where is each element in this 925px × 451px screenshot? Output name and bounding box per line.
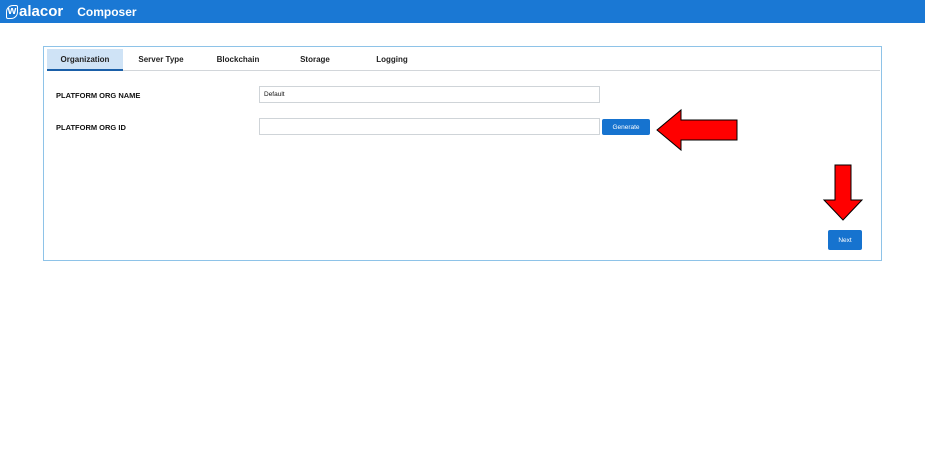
walacor-logo: w walacor alacor [6,3,63,20]
app-title: Composer [77,4,137,19]
tab-storage[interactable]: Storage [277,49,353,70]
tab-logging[interactable]: Logging [353,49,431,70]
platform-org-id-input[interactable] [259,118,600,135]
platform-org-id-label: PLATFORM ORG ID [56,123,126,132]
red-arrow-left-icon [656,108,738,152]
platform-org-name-label: PLATFORM ORG NAME [56,91,141,100]
platform-org-name-input[interactable] [259,86,600,103]
next-button[interactable]: Next [828,230,862,250]
logo-text-rest: alacor [19,3,64,20]
top-app-bar: w walacor alacor Composer [0,0,925,23]
red-arrow-down-icon [822,164,864,221]
tab-organization[interactable]: Organization [47,49,123,71]
walacor-logo-icon: w [6,4,18,19]
tab-blockchain[interactable]: Blockchain [199,49,277,70]
tab-server-type[interactable]: Server Type [123,49,199,70]
generate-button[interactable]: Generate [602,119,650,135]
tab-bar: Organization Server Type Blockchain Stor… [47,49,880,71]
organization-card: Organization Server Type Blockchain Stor… [43,46,882,261]
